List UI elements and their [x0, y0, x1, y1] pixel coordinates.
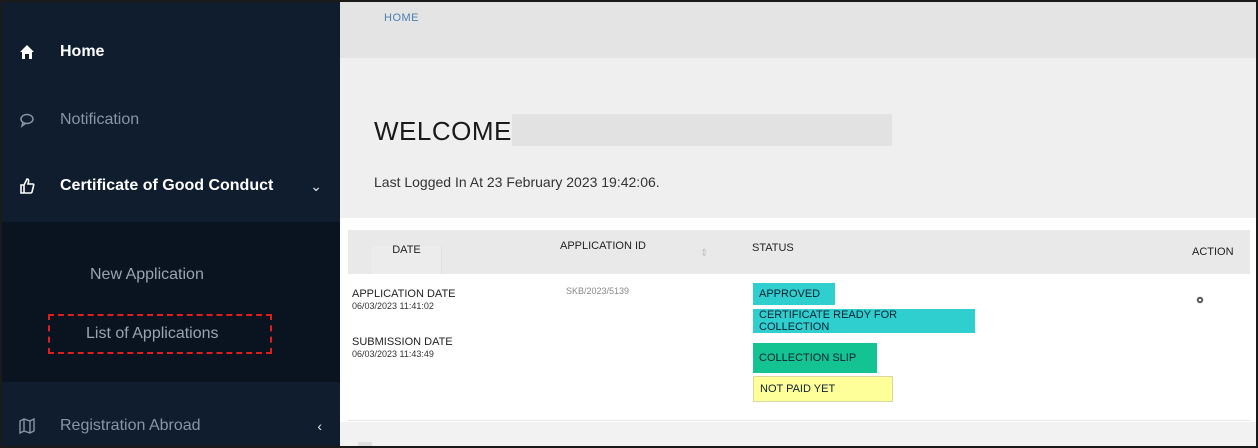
redacted-username [512, 114, 892, 146]
map-icon [16, 415, 38, 437]
top-bar: HOME [340, 2, 1256, 58]
column-header-label: DATE [392, 244, 421, 256]
app-window: Home Notification Certificate of Good Co… [0, 0, 1258, 448]
main-content: HOME WELCOME, Last Logged In At 23 Febru… [340, 2, 1256, 446]
page-title: WELCOME, [374, 116, 520, 146]
submenu-item-label: List of Applications [86, 325, 219, 342]
status-badge-ready: CERTIFICATE READY FOR COLLECTION [753, 309, 975, 333]
collection-slip-button[interactable]: COLLECTION SLIP [753, 343, 877, 373]
status-badge-approved: APPROVED [753, 283, 835, 305]
submenu-item-list-of-applications[interactable]: List of Applications [48, 314, 272, 354]
column-header-date[interactable]: DATE [372, 244, 442, 274]
sidebar-item-label: Home [60, 43, 105, 60]
view-icon[interactable] [1192, 292, 1208, 308]
sort-icon[interactable]: ⇕ [700, 248, 708, 259]
sidebar-item-notification[interactable]: Notification [2, 92, 340, 148]
table-header: DATE APPLICATION ID ⇕ STATUS ACTION [348, 230, 1250, 274]
footer-tab [358, 442, 372, 446]
column-header-status[interactable]: STATUS [752, 242, 794, 254]
welcome-panel: WELCOME, Last Logged In At 23 February 2… [340, 58, 1256, 218]
sidebar-item-label: Registration Abroad [60, 417, 201, 434]
application-date-label: APPLICATION DATE [352, 288, 456, 300]
sidebar-item-label: Notification [60, 111, 140, 128]
last-login-text: Last Logged In At 23 February 2023 19:42… [374, 174, 660, 190]
divider [348, 420, 1250, 421]
submission-date-value: 06/03/2023 11:43:49 [352, 349, 434, 359]
column-header-action[interactable]: ACTION [1192, 246, 1234, 258]
submenu-certificate: New Application List of Applications [2, 222, 340, 382]
footer-bar [340, 422, 1256, 446]
column-header-application-id[interactable]: APPLICATION ID [558, 240, 648, 253]
chevron-down-icon: ⌄ [310, 177, 322, 194]
sidebar-item-label: Certificate of Good Conduct [60, 177, 274, 194]
sidebar-item-certificate-of-good-conduct[interactable]: Certificate of Good Conduct ⌄ [2, 158, 340, 214]
sidebar-item-home[interactable]: Home [2, 24, 340, 80]
chat-bubble-icon [16, 109, 38, 131]
submission-date-label: SUBMISSION DATE [352, 336, 453, 348]
home-icon [16, 41, 38, 63]
status-badge-not-paid: NOT PAID YET [753, 376, 893, 402]
thumbs-up-icon [16, 175, 38, 197]
sidebar-item-registration-abroad[interactable]: Registration Abroad ‹ [2, 398, 340, 446]
sidebar: Home Notification Certificate of Good Co… [2, 2, 340, 446]
chevron-left-icon: ‹ [317, 418, 322, 434]
application-id: SKB/2023/5139 [566, 286, 630, 296]
application-date-value: 06/03/2023 11:41:02 [352, 301, 434, 311]
breadcrumb[interactable]: HOME [384, 12, 419, 24]
submenu-item-new-application[interactable]: New Application [90, 266, 204, 284]
